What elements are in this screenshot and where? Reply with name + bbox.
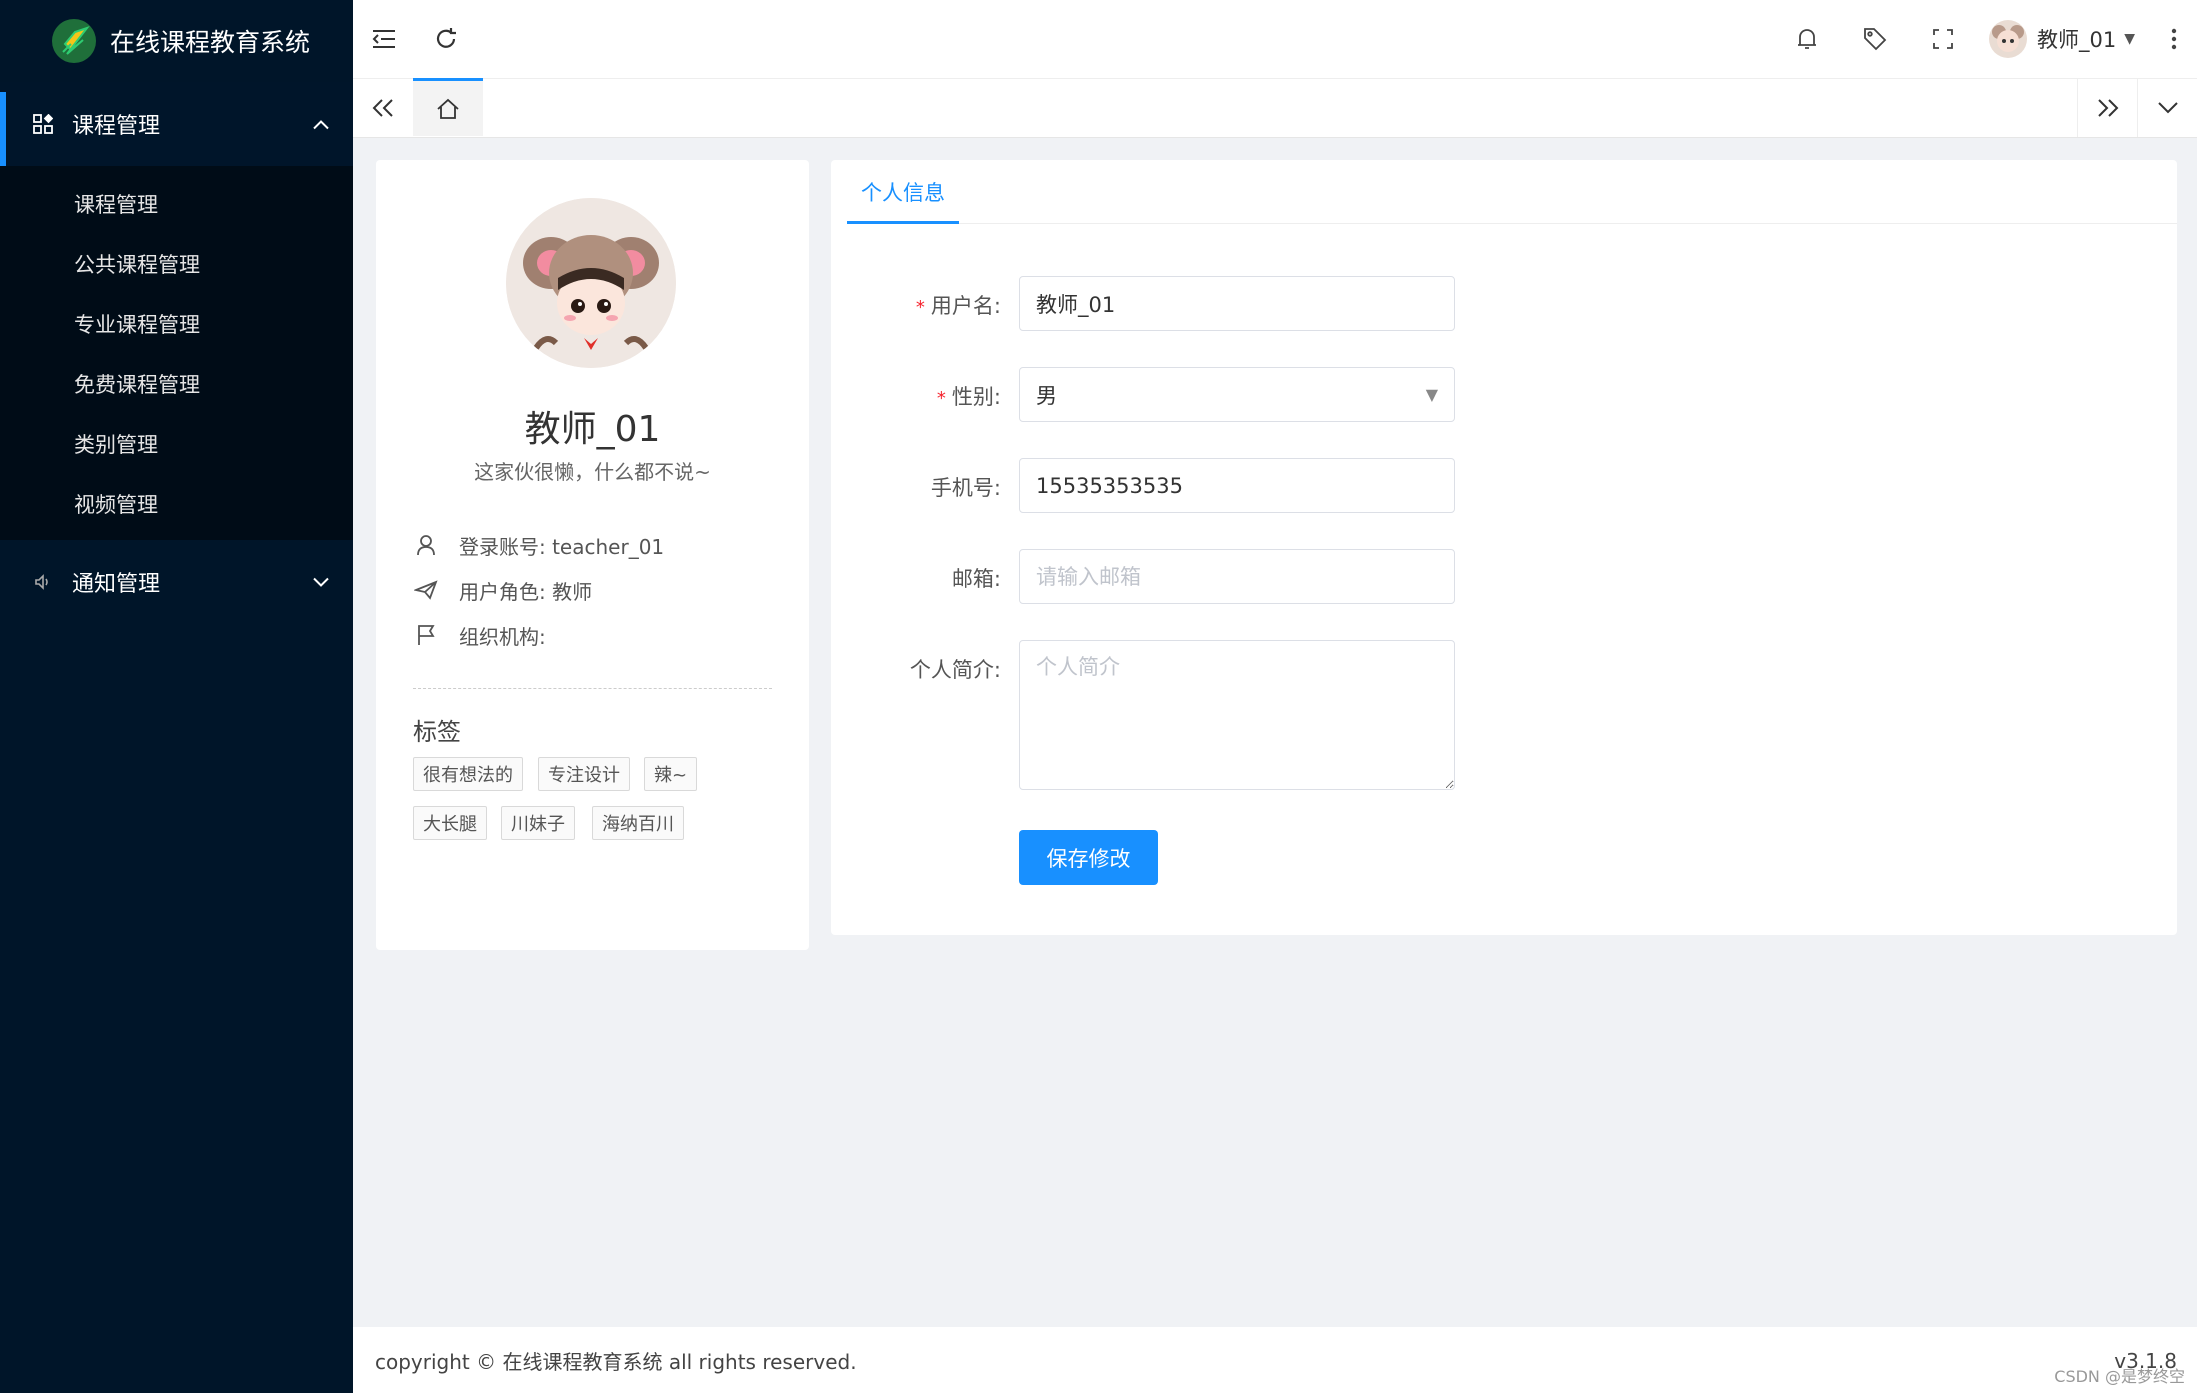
watermark-text: CSDN @是梦终空 bbox=[2054, 1367, 2185, 1386]
profile-role: 用户角色: 教师 bbox=[459, 579, 593, 604]
save-button[interactable]: 保存修改 bbox=[1019, 830, 1158, 885]
gender-select[interactable]: 男 ▼ bbox=[1019, 367, 1455, 422]
profile-avatar bbox=[506, 198, 676, 368]
tag-button[interactable] bbox=[1841, 0, 1909, 78]
caret-down-icon: ▼ bbox=[2124, 31, 2135, 47]
phone-label: 手机号: bbox=[930, 476, 1001, 500]
bio-textarea[interactable] bbox=[1019, 640, 1455, 790]
profile-org: 组织机构: bbox=[459, 624, 546, 649]
double-chevron-left-icon bbox=[372, 99, 393, 117]
avatar bbox=[1988, 20, 2027, 58]
sidebar-item-category[interactable]: 类别管理 bbox=[0, 414, 353, 474]
tags-title: 标签 bbox=[413, 718, 461, 746]
header-user-name: 教师_01 bbox=[2036, 28, 2117, 52]
menu-group-notice[interactable]: 通知管理 bbox=[0, 540, 353, 624]
tag-chip: 很有想法的 bbox=[413, 757, 523, 791]
tabs-scroll-right-button[interactable] bbox=[2077, 79, 2137, 137]
grid-icon bbox=[30, 114, 56, 134]
double-chevron-right-icon bbox=[2097, 99, 2118, 117]
bell-icon bbox=[1797, 29, 1816, 49]
sidebar-item-major-course[interactable]: 专业课程管理 bbox=[0, 294, 353, 354]
fullscreen-icon bbox=[1933, 29, 1953, 49]
tag-chip: 辣~ bbox=[644, 757, 698, 791]
username-label: * 用户名: bbox=[915, 294, 1001, 318]
notification-button[interactable] bbox=[1773, 0, 1841, 78]
menu-fold-button[interactable] bbox=[353, 0, 415, 78]
rocket-logo-icon bbox=[52, 19, 96, 63]
tag-icon bbox=[1864, 28, 1887, 51]
profile-account-row: 登录账号: teacher_01 bbox=[413, 530, 664, 560]
form-tabs: 个人信息 bbox=[847, 160, 2177, 224]
refresh-button[interactable] bbox=[415, 0, 477, 78]
gender-label: * 性别: bbox=[936, 385, 1001, 409]
profile-signature: 这家伙很懒，什么都不说~ bbox=[474, 460, 711, 484]
tabs-bar bbox=[353, 78, 2197, 138]
profile-name: 教师_01 bbox=[524, 409, 661, 450]
email-label: 邮箱: bbox=[951, 567, 1001, 591]
user-menu[interactable]: 教师_01 ▼ bbox=[1977, 0, 2151, 78]
profile-role-row: 用户角色: 教师 bbox=[413, 575, 592, 605]
submenu-course: 课程管理 公共课程管理 专业课程管理 免费课程管理 类别管理 视频管理 bbox=[0, 166, 353, 540]
phone-field[interactable] bbox=[1019, 458, 1455, 513]
bio-label: 个人简介: bbox=[909, 658, 1001, 682]
profile-card: 教师_01 这家伙很懒，什么都不说~ 登录账号: teacher_01 用户角色… bbox=[376, 160, 809, 950]
tabs-dropdown-button[interactable] bbox=[2137, 79, 2197, 137]
username-field[interactable] bbox=[1019, 276, 1455, 331]
chevron-down-icon bbox=[313, 573, 329, 592]
chevron-up-icon bbox=[313, 115, 329, 134]
speaker-icon bbox=[30, 573, 56, 591]
fullscreen-button[interactable] bbox=[1909, 0, 1977, 78]
footer: copyright © 在线课程教育系统 all rights reserved… bbox=[353, 1327, 2197, 1393]
gender-selected-value: 男 bbox=[1036, 383, 1057, 408]
tab-home[interactable] bbox=[413, 78, 483, 136]
menu-group-label: 通知管理 bbox=[72, 572, 161, 597]
top-header: 教师_01 ▼ bbox=[353, 0, 2197, 78]
email-field[interactable] bbox=[1019, 549, 1455, 604]
divider bbox=[413, 688, 772, 689]
tag-chip: 专注设计 bbox=[538, 757, 630, 791]
tabs-scroll-left-button[interactable] bbox=[353, 79, 413, 137]
menu-group-label: 课程管理 bbox=[72, 114, 161, 139]
sidebar-item-course-manage[interactable]: 课程管理 bbox=[0, 174, 353, 234]
sidebar-item-video[interactable]: 视频管理 bbox=[0, 474, 353, 534]
sidebar-item-free-course[interactable]: 免费课程管理 bbox=[0, 354, 353, 414]
sidebar: 在线课程教育系统 课程管理 课程管理 公共课程管理 专业课程管理 免费课程管理 … bbox=[0, 0, 353, 1393]
more-button[interactable] bbox=[2151, 0, 2197, 78]
home-icon bbox=[437, 98, 459, 119]
refresh-icon bbox=[436, 28, 456, 48]
app-logo[interactable]: 在线课程教育系统 bbox=[0, 0, 353, 82]
profile-form-card: 个人信息 *用户名: *性别: 男 ▼ 手机号: 邮箱: 个人简介: 保存修改 bbox=[831, 160, 2177, 935]
app-title: 在线课程教育系统 bbox=[110, 28, 311, 57]
caret-down-icon: ▼ bbox=[1425, 385, 1438, 404]
more-vertical-icon bbox=[2171, 28, 2177, 50]
copyright-text: copyright © 在线课程教育系统 all rights reserved… bbox=[375, 1349, 857, 1374]
tab-personal-info[interactable]: 个人信息 bbox=[847, 162, 959, 224]
chevron-down-icon bbox=[2157, 102, 2178, 114]
menu-fold-icon bbox=[372, 30, 395, 48]
sidebar-item-public-course[interactable]: 公共课程管理 bbox=[0, 234, 353, 294]
flag-icon bbox=[413, 624, 439, 646]
send-icon bbox=[413, 580, 439, 600]
profile-org-row: 组织机构: bbox=[413, 620, 546, 650]
tag-chip: 川妹子 bbox=[501, 806, 575, 840]
tag-chip: 大长腿 bbox=[413, 806, 487, 840]
tag-chip: 海纳百川 bbox=[592, 806, 684, 840]
profile-account: 登录账号: teacher_01 bbox=[459, 534, 665, 559]
menu-group-course[interactable]: 课程管理 bbox=[0, 82, 353, 166]
user-icon bbox=[413, 534, 439, 556]
